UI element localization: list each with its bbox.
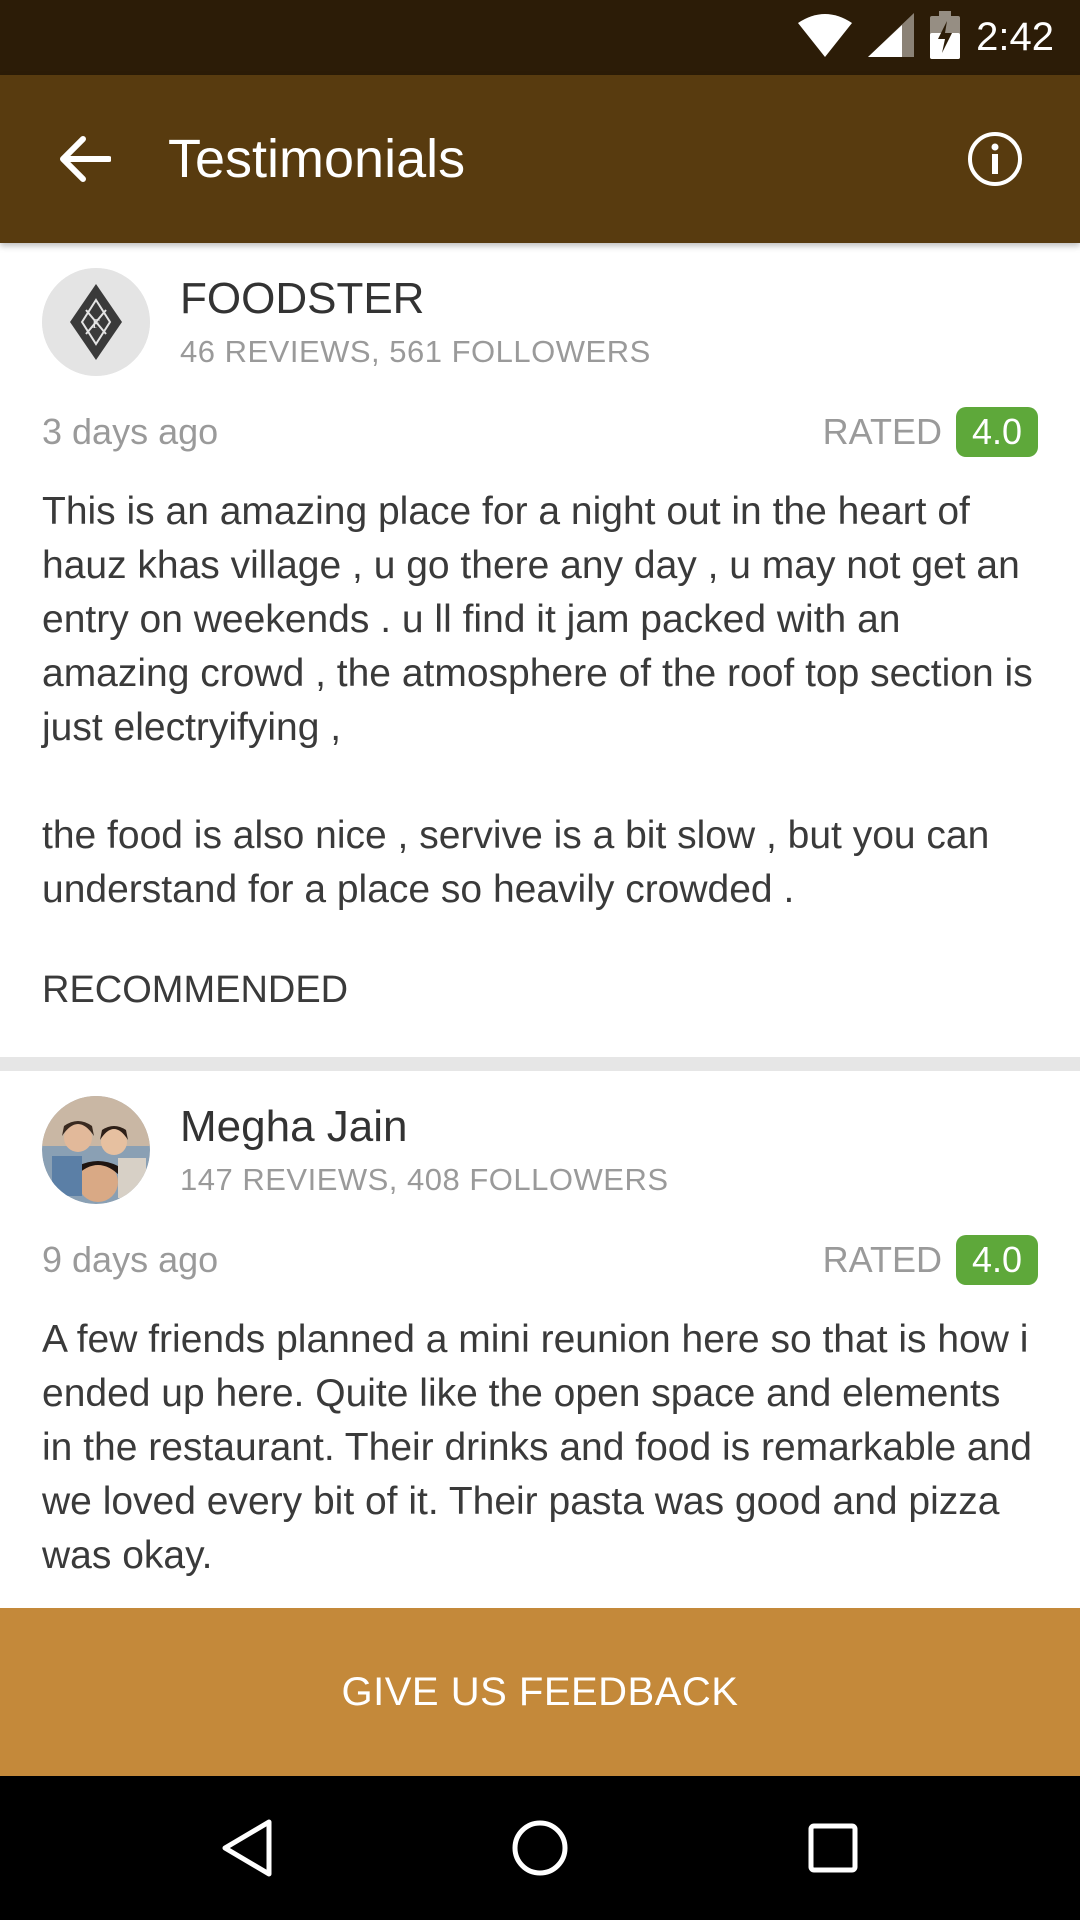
info-icon[interactable] (950, 114, 1040, 204)
nav-home-icon[interactable] (480, 1788, 600, 1908)
reviewer-name[interactable]: Megha Jain (180, 1102, 669, 1152)
status-time: 2:42 (976, 15, 1054, 59)
app-bar: Testimonials (0, 75, 1080, 243)
divider (0, 1057, 1080, 1071)
give-feedback-button[interactable]: GIVE US FEEDBACK (0, 1608, 1080, 1776)
review-text: A few friends planned a mini reunion her… (42, 1318, 1032, 1577)
reviewer-name[interactable]: FOODSTER (180, 274, 651, 324)
reviewer-stats: 46 REVIEWS, 561 FOLLOWERS (180, 334, 651, 369)
review-text: This is an amazing place for a night out… (42, 490, 1033, 911)
avatar[interactable] (42, 1096, 150, 1204)
page-title: Testimonials (168, 129, 466, 189)
avatar[interactable]: F (42, 268, 150, 376)
system-nav-bar (0, 1776, 1080, 1920)
rating-badge: 4.0 (955, 1235, 1038, 1285)
reviewer-stats: 147 REVIEWS, 408 FOLLOWERS (180, 1162, 669, 1197)
rated-label: RATED (822, 1239, 942, 1280)
nav-back-icon[interactable] (187, 1788, 307, 1908)
review-time: 9 days ago (42, 1239, 219, 1280)
status-bar: 2:42 (0, 0, 1080, 75)
review-card: Megha Jain 147 REVIEWS, 408 FOLLOWERS 9 … (0, 1071, 1080, 1583)
rated-label: RATED (822, 411, 942, 452)
review-time: 3 days ago (42, 411, 219, 452)
rating-badge: 4.0 (955, 407, 1038, 457)
nav-recents-icon[interactable] (773, 1788, 893, 1908)
signal-icon (868, 13, 915, 62)
wifi-icon (798, 13, 853, 62)
reviews-list[interactable]: F FOODSTER 46 REVIEWS, 561 FOLLOWERS 3 d… (0, 243, 1080, 1608)
arrow-back-icon[interactable] (40, 114, 130, 204)
review-card: F FOODSTER 46 REVIEWS, 561 FOLLOWERS 3 d… (0, 243, 1080, 1043)
battery-charging-icon (930, 11, 961, 64)
recommended-label: RECOMMENDED (42, 969, 349, 1011)
svg-text:F: F (92, 317, 100, 332)
